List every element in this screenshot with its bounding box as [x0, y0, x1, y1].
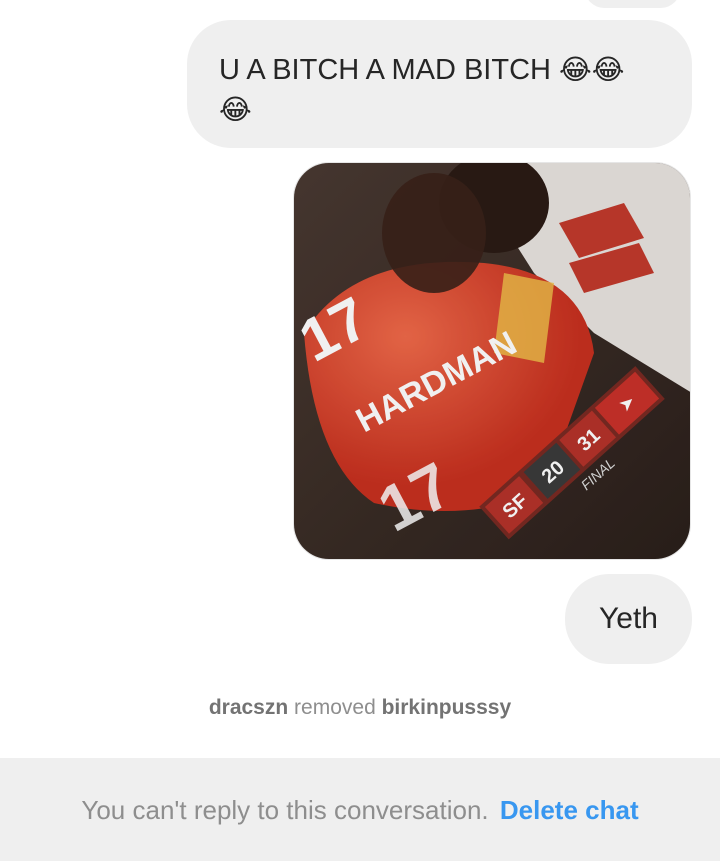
message-text: U A BITCH A MAD BITCH: [219, 54, 560, 86]
system-note: dracszn removed birkinpusssy: [0, 696, 720, 720]
actor-username[interactable]: dracszn: [209, 696, 288, 719]
reply-disabled-footer: You can't reply to this conversation. De…: [0, 758, 720, 861]
laughing-crying-emoji-icon: 😂: [591, 53, 625, 86]
football-photo: HARDMAN 17 17 SF 20 31 ➤ FINAL: [294, 163, 690, 559]
laughing-crying-emoji-icon: 😂: [559, 53, 592, 86]
footer-notice: You can't reply to this conversation.: [81, 795, 489, 825]
laughing-crying-emoji-icon: 😂: [219, 93, 252, 126]
previous-message-bubble[interactable]: [585, 0, 680, 8]
delete-chat-link[interactable]: Delete chat: [500, 795, 639, 825]
message-bubble-2[interactable]: Yeth: [565, 574, 692, 664]
photo-message[interactable]: HARDMAN 17 17 SF 20 31 ➤ FINAL: [293, 162, 691, 560]
target-username[interactable]: birkinpusssy: [382, 696, 512, 719]
system-note-action: removed: [294, 696, 376, 719]
message-text: Yeth: [599, 602, 658, 635]
message-bubble-1[interactable]: U A BITCH A MAD BITCH 😂😂 😂: [187, 20, 692, 148]
conversation-screen: U A BITCH A MAD BITCH 😂😂 😂 HARDMAN 17 17…: [0, 0, 720, 861]
